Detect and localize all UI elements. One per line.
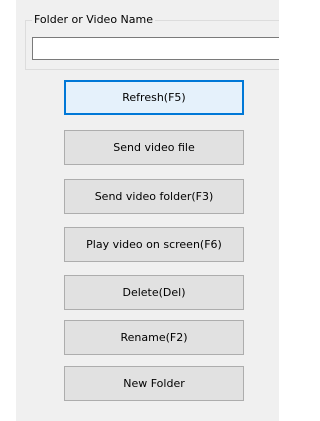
send-video-folder-button[interactable]: Send video folder(F3): [64, 179, 244, 214]
rename-button[interactable]: Rename(F2): [64, 320, 244, 355]
play-video-on-screen-button[interactable]: Play video on screen(F6): [64, 227, 244, 262]
new-folder-button[interactable]: New Folder: [64, 366, 244, 401]
folder-or-video-name-input[interactable]: [32, 37, 279, 60]
send-video-file-button[interactable]: Send video file: [64, 130, 244, 165]
refresh-button[interactable]: Refresh(F5): [64, 80, 244, 115]
folder-name-group-label: Folder or Video Name: [32, 13, 156, 27]
delete-button[interactable]: Delete(Del): [64, 275, 244, 310]
